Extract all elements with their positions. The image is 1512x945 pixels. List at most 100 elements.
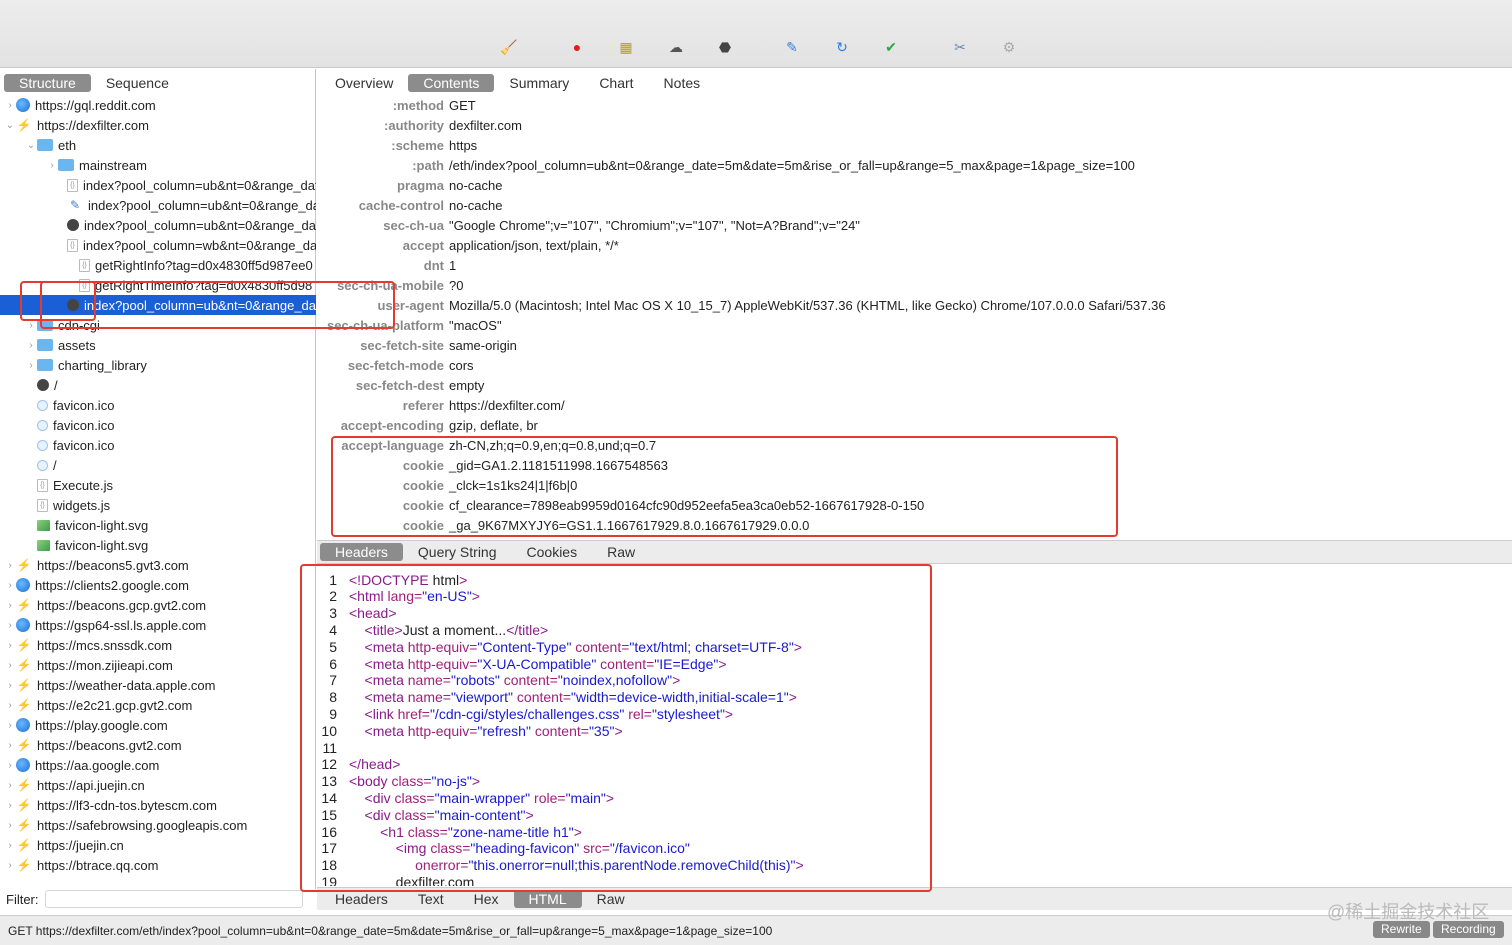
header-row[interactable]: accept application/json, text/plain, */* [317,235,1512,255]
settings-icon[interactable]: ⚙ [1000,38,1018,56]
tab-html[interactable]: HTML [513,890,582,908]
chevron-icon[interactable]: › [4,780,16,791]
tools-icon[interactable]: ✂ [951,38,969,56]
header-row[interactable]: sec-fetch-mode cors [317,355,1512,375]
tree-row[interactable]: {} Execute.js [0,475,316,495]
chevron-icon[interactable]: › [4,560,16,571]
tab-overview[interactable]: Overview [320,74,408,92]
chevron-icon[interactable]: ⌄ [4,120,16,131]
tree-row[interactable]: / [0,455,316,475]
tab-cookies[interactable]: Cookies [512,543,593,561]
tree-row[interactable]: › https://aa.google.com [0,755,316,775]
header-row[interactable]: dnt 1 [317,255,1512,275]
tab-summary[interactable]: Summary [494,74,584,92]
tree-row[interactable]: › ⚡ https://lf3-cdn-tos.bytescm.com [0,795,316,815]
tab-text[interactable]: Text [403,890,459,908]
tree-row[interactable]: › ⚡ https://mcs.snssdk.com [0,635,316,655]
tab-headers[interactable]: Headers [320,543,403,561]
chevron-icon[interactable]: › [4,600,16,611]
tree-row[interactable]: › ⚡ https://beacons.gvt2.com [0,735,316,755]
tree-row[interactable]: › ⚡ https://api.juejin.cn [0,775,316,795]
header-row[interactable]: user-agent Mozilla/5.0 (Macintosh; Intel … [317,295,1512,315]
tree-row[interactable]: › ⚡ https://safebrowsing.googleapis.com [0,815,316,835]
header-row[interactable]: :method GET [317,95,1512,115]
chevron-icon[interactable]: › [46,160,58,171]
record-icon[interactable]: ● [568,38,586,56]
chevron-icon[interactable]: › [4,580,16,591]
chevron-icon[interactable]: › [4,800,16,811]
header-row[interactable]: referer https://dexfilter.com/ [317,395,1512,415]
tree-row[interactable]: › ⚡ https://mon.zijieapi.com [0,655,316,675]
tree-row[interactable]: / [0,375,316,395]
tab-hex[interactable]: Hex [459,890,514,908]
pen-icon[interactable]: ✎ [783,38,801,56]
tree-row[interactable]: favicon-light.svg [0,535,316,555]
header-row[interactable]: sec-fetch-dest empty [317,375,1512,395]
tree-row[interactable]: index?pool_column=ub&nt=0&range_date [0,295,316,315]
tree-row[interactable]: {} index?pool_column=wb&nt=0&range_date [0,235,316,255]
chevron-icon[interactable]: › [25,340,37,351]
tab-chart[interactable]: Chart [584,74,648,92]
tab-contents[interactable]: Contents [408,73,495,92]
chevron-icon[interactable]: ⌄ [25,140,37,151]
tree-row[interactable]: › ⚡ https://juejin.cn [0,835,316,855]
tree-row[interactable]: {} getRightInfo?tag=d0x4830ff5d987ee0 [0,255,316,275]
chevron-icon[interactable]: › [4,820,16,831]
header-row[interactable]: cookie _gid=GA1.2.1181511998.1667548563 [317,455,1512,475]
chevron-icon[interactable]: › [4,700,16,711]
tree-row[interactable]: › ⚡ https://btrace.qq.com [0,855,316,875]
tree-row[interactable]: › ⚡ https://beacons5.gvt3.com [0,555,316,575]
check-icon[interactable]: ✔ [882,38,900,56]
tab-structure[interactable]: Structure [4,73,91,92]
stop-icon[interactable]: ⬣ [716,38,734,56]
chevron-icon[interactable]: › [4,860,16,871]
tree-row[interactable]: › https://clients2.google.com [0,575,316,595]
header-row[interactable]: cookie _ga_9K67MXYJY6=GS1.1.1667617929.8.… [317,515,1512,535]
tree-row[interactable]: › ⚡ https://e2c21.gcp.gvt2.com [0,695,316,715]
tree-row[interactable]: favicon.ico [0,395,316,415]
header-row[interactable]: cache-control no-cache [317,195,1512,215]
tab-notes[interactable]: Notes [649,74,716,92]
chevron-icon[interactable]: › [4,840,16,851]
chevron-icon[interactable]: › [4,720,16,731]
chevron-icon[interactable]: › [4,640,16,651]
tree-row[interactable]: favicon.ico [0,415,316,435]
tree-row[interactable]: › charting_library [0,355,316,375]
header-row[interactable]: sec-ch-ua-platform "macOS" [317,315,1512,335]
tab-sequence[interactable]: Sequence [91,74,184,92]
tree-row[interactable]: index?pool_column=ub&nt=0&range_date [0,215,316,235]
header-row[interactable]: accept-encoding gzip, deflate, br [317,415,1512,435]
tree-row[interactable]: favicon.ico [0,435,316,455]
tab-headers[interactable]: Headers [320,890,403,908]
tree-row[interactable]: {} widgets.js [0,495,316,515]
header-row[interactable]: cookie cf_clearance=7898eab9959d0164cfc90… [317,495,1512,515]
chevron-icon[interactable]: › [25,360,37,371]
refresh-icon[interactable]: ↻ [833,38,851,56]
tree-row[interactable]: › https://gql.reddit.com [0,96,316,115]
chevron-icon[interactable]: › [4,760,16,771]
broom-icon[interactable]: 🧹 [500,38,518,56]
tree-row[interactable]: › https://play.google.com [0,715,316,735]
tree-row[interactable]: › ⚡ https://beacons.gcp.gvt2.com [0,595,316,615]
header-row[interactable]: :path/eth/index?pool_column=ub&nt=0&rang… [317,155,1512,175]
html-source-view[interactable]: 1 <!DOCTYPE html >2 <html lang= "en-US" >3 <he… [317,568,1512,887]
header-row[interactable]: sec-ch-ua "Google Chrome";v="107", "Chrom… [317,215,1512,235]
tab-raw[interactable]: Raw [582,890,640,908]
chevron-icon[interactable]: › [4,620,16,631]
chevron-icon[interactable]: › [4,680,16,691]
header-row[interactable]: pragma no-cache [317,175,1512,195]
tree-row[interactable]: › cdn-cgi [0,315,316,335]
tree-row[interactable]: ⌄ eth [0,135,316,155]
header-row[interactable]: :authority dexfilter.com [317,115,1512,135]
tree-row[interactable]: {} index?pool_column=ub&nt=0&range_date [0,175,316,195]
tree-row[interactable]: ⌄ ⚡ https://dexfilter.com [0,115,316,135]
throttle-icon[interactable]: ▦ [617,38,635,56]
tab-query-string[interactable]: Query String [403,543,512,561]
tree-row[interactable]: favicon-light.svg [0,515,316,535]
tree-row[interactable]: {} getRightTimeInfo?tag=d0x4830ff5d98 [0,275,316,295]
chevron-icon[interactable]: › [25,320,37,331]
tree-row[interactable]: › ⚡ https://weather-data.apple.com [0,675,316,695]
turtle-icon[interactable]: ☁ [667,38,685,56]
chevron-icon[interactable]: › [4,100,16,111]
header-row[interactable]: :scheme https [317,135,1512,155]
